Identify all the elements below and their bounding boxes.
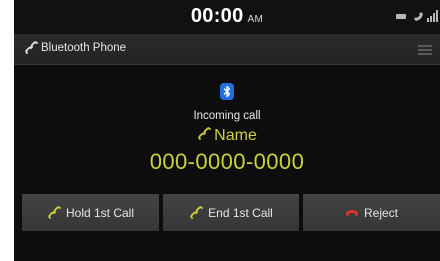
end-first-call-label: End 1st Call	[208, 205, 273, 220]
hold-first-call-label: Hold 1st Call	[65, 205, 135, 220]
caller-number: 000-0000-0000	[149, 149, 305, 174]
caller-name: Name	[214, 127, 257, 144]
hold-first-call-button[interactable]: Hold 1st Call	[22, 194, 159, 231]
battery-icon	[396, 14, 406, 19]
handset-reject-icon	[345, 209, 358, 215]
signal-strength-icon	[427, 10, 438, 22]
caller-name-row: Name	[14, 127, 440, 145]
page-title: Bluetooth Phone	[41, 42, 127, 54]
menu-icon[interactable]	[418, 45, 432, 55]
status-icons	[390, 10, 440, 24]
end-first-call-button[interactable]: End 1st Call	[163, 194, 299, 231]
title-bar: Bluetooth Phone	[14, 34, 440, 65]
call-status: Incoming call	[193, 110, 261, 122]
bluetooth-icon	[220, 83, 234, 100]
clock: 00:00 AM	[14, 5, 440, 28]
bluetooth-phone-icon	[25, 41, 38, 54]
phone-screen: 00:00 AM Bluetooth Phone Incoming call N…	[14, 0, 440, 261]
reject-call-button[interactable]: Reject	[303, 194, 440, 231]
phone-connected-icon	[414, 12, 423, 21]
handset-icon	[198, 127, 212, 140]
status-bar: 00:00 AM	[14, 0, 440, 34]
reject-call-label: Reject	[363, 205, 398, 220]
clock-time: 00:00	[190, 5, 244, 27]
handset-hold-icon	[48, 205, 61, 219]
clock-ampm: AM	[247, 14, 264, 25]
handset-end-icon	[190, 205, 204, 219]
